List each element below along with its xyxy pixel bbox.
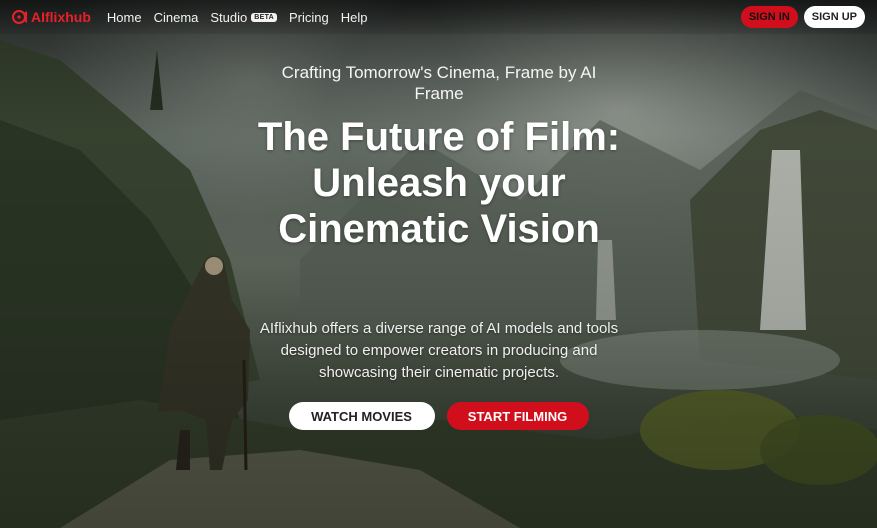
hero-tagline: Crafting Tomorrow's Cinema, Frame by AI … xyxy=(281,63,597,103)
start-filming-button[interactable]: START FILMING xyxy=(446,402,589,430)
sign-up-button[interactable]: SIGN UP xyxy=(803,6,865,28)
top-nav: AIflixhub Home Cinema Studio BETA Pricin… xyxy=(0,0,877,34)
sign-in-button[interactable]: SIGN IN xyxy=(740,6,798,28)
nav-link-home[interactable]: Home xyxy=(107,10,142,25)
beta-badge: BETA xyxy=(251,12,277,22)
nav-links: Home Cinema Studio BETA Pricing Help xyxy=(107,10,368,25)
nav-link-cinema[interactable]: Cinema xyxy=(154,10,199,25)
film-reel-logo-icon xyxy=(12,10,27,24)
watch-movies-button[interactable]: WATCH MOVIES xyxy=(288,402,435,430)
hero-description: AIflixhub offers a diverse range of AI m… xyxy=(259,320,619,381)
auth-buttons: SIGN IN SIGN UP xyxy=(740,6,865,28)
nav-link-help[interactable]: Help xyxy=(341,10,368,25)
nav-link-pricing[interactable]: Pricing xyxy=(289,10,329,25)
hero-section: AIflixhub Home Cinema Studio BETA Pricin… xyxy=(0,0,877,528)
cta-row: WATCH MOVIES START FILMING xyxy=(0,402,877,430)
nav-link-studio-wrap[interactable]: Studio BETA xyxy=(210,10,277,25)
hero-headline: The Future of Film: Unleash your Cinemat… xyxy=(257,115,621,251)
brand-name: AIflixhub xyxy=(31,9,91,25)
brand-logo[interactable]: AIflixhub xyxy=(12,9,91,25)
nav-link-studio[interactable]: Studio xyxy=(210,10,247,25)
